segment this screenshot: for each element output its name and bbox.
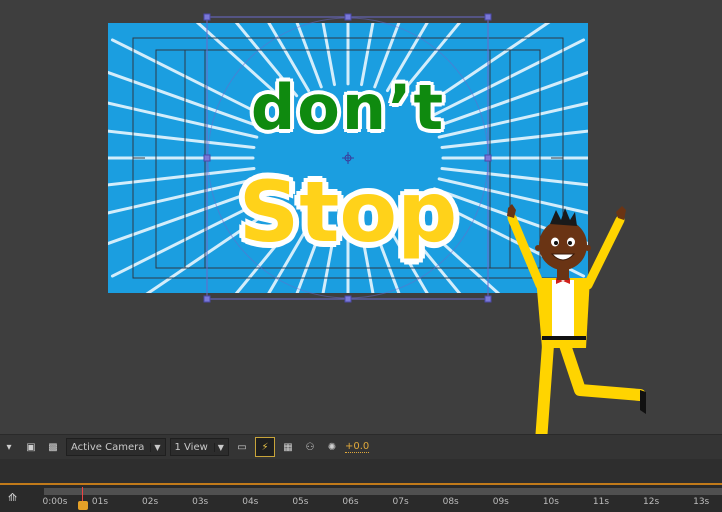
composition-viewer[interactable]: don’t Stop [0,0,722,462]
chevron-down-icon: ▼ [150,442,161,452]
ruler-tick-label: 01s [91,497,109,507]
ruler-tick-label: 13s [693,497,710,507]
transparency-grid-icon[interactable]: ▩ [44,438,62,456]
title-dont: don’t [250,71,446,144]
camera-dropdown[interactable]: Active Camera ▼ [66,438,166,456]
dancing-character [507,204,646,462]
menu-arrow-icon[interactable]: ▾ [0,438,18,456]
view-options-icon[interactable]: ▣ [22,438,40,456]
graph-editor-icon[interactable]: ⟰ [8,491,30,507]
current-time-line [82,487,83,501]
flowchart-icon[interactable]: ⚇ [301,438,319,456]
ruler-tick-label: 11s [592,497,610,507]
time-ruler[interactable]: ⟰ 0:00s 01s 02s 03s 04s 05s 06s 07s 08s 09s 10s 11s… [0,485,722,512]
exposure-icon[interactable]: ✺ [323,438,341,456]
toggle-pixel-aspect-icon[interactable]: ▭ [233,438,251,456]
timeline-icon[interactable]: ▦ [279,438,297,456]
current-time-indicator[interactable] [78,501,88,510]
ruler-tick-label: 02s [142,497,159,507]
ruler-tick-label: 04s [242,497,259,507]
ruler-tick-label: 03s [192,497,209,507]
view-layout-dropdown[interactable]: 1 View ▼ [169,438,229,456]
ruler-tick-label: 12s [643,497,660,507]
ruler-tick-label: 05s [292,497,309,507]
chevron-down-icon: ▼ [213,442,224,452]
timeline-header [0,459,722,485]
ruler-tick-label: 08s [442,497,459,507]
viewer-toolbar: ▾ ▣ ▩ Active Camera ▼ 1 View ▼ ▭ ⚡ ▦ ⚇ ✺… [0,434,722,460]
ruler-tick-label: 06s [342,497,359,507]
ruler-tick-label: 09s [492,497,509,507]
view-layout-label: 1 View [174,441,208,453]
ruler-tick-label: 10s [542,497,559,507]
ruler-tick-label: 0:00s [42,497,68,507]
camera-dropdown-label: Active Camera [71,441,145,453]
exposure-value[interactable]: +0.0 [344,441,370,453]
ruler-track[interactable] [44,488,722,495]
ruler-tick-label: 07s [392,497,409,507]
fast-preview-icon[interactable]: ⚡ [254,437,275,457]
